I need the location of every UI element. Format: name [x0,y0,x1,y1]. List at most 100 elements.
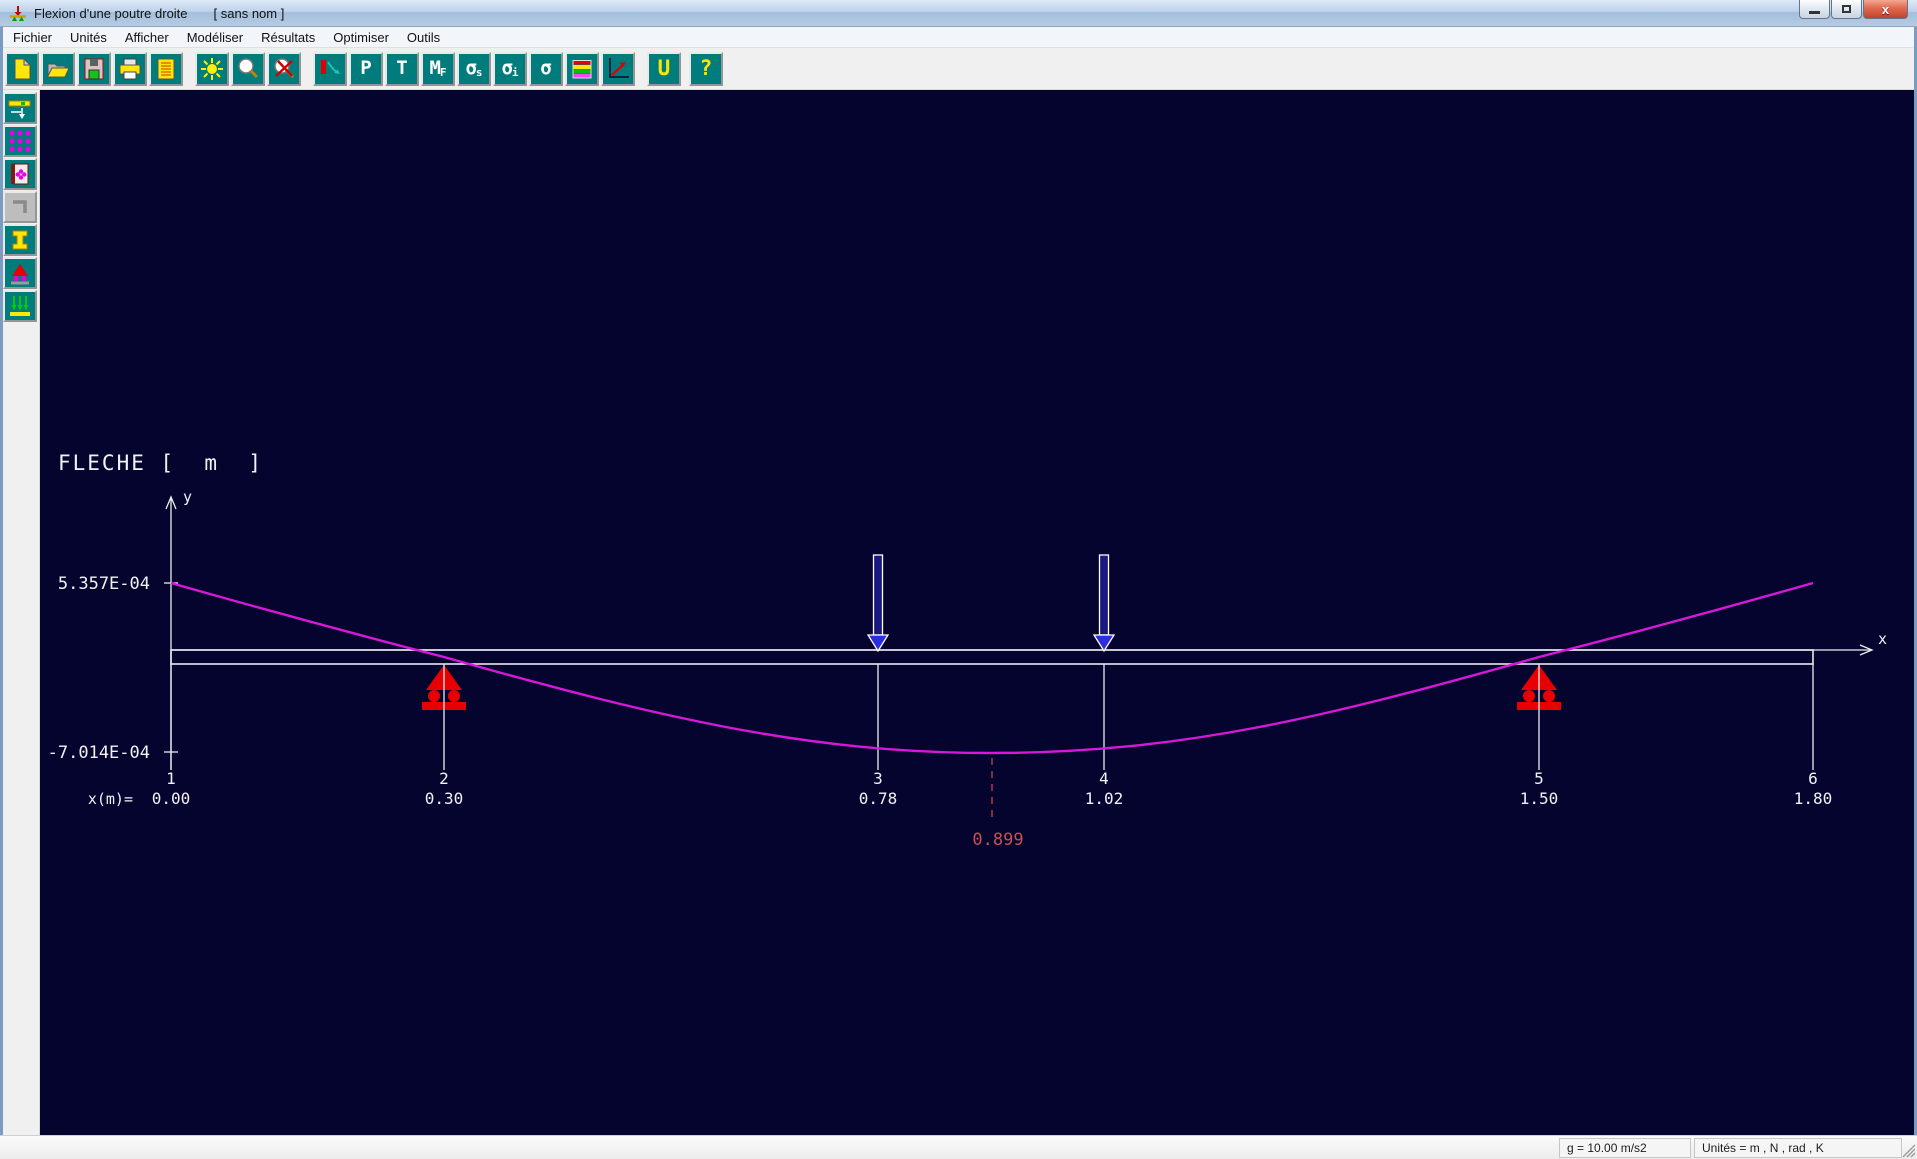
stress-map-button[interactable] [565,51,599,86]
curve-plot-button[interactable] [601,51,635,86]
sun-flash-icon [201,57,223,80]
open-file-button[interactable] [41,51,75,86]
question-glyph: ? [699,56,713,80]
zoom-button[interactable] [231,51,265,86]
deflection-curve [170,581,1814,755]
window-controls: x [1798,0,1908,19]
node-x-value: 1.50 [1520,789,1559,808]
beam-outline [170,649,1814,665]
window-title: Flexion d'une poutre droite [34,5,188,21]
close-icon: x [1881,1,1890,17]
y-lower-value: -7.014E-04 [48,743,150,763]
node-x-value: 0.78 [859,789,898,808]
m-sub-glyph: F [439,66,447,79]
toolbar-separator [303,52,313,86]
node-number: 5 [1534,769,1544,788]
loads-button[interactable] [3,290,37,322]
materials-library-button[interactable] [3,158,37,190]
zoom-off-button[interactable] [267,51,301,86]
load-arrow-node4 [1092,554,1116,653]
node-x-value: 1.02 [1085,789,1124,808]
redraw-button[interactable] [195,51,229,86]
menu-outils[interactable]: Outils [398,28,449,47]
deflection-plot: FLECHE [ m ] y 5.357E-04 -7.014E-04 x 0.… [48,451,1887,850]
magnifier-icon [238,57,259,78]
corner-section-icon [13,200,27,213]
magnifier-off-icon [274,57,295,78]
title-bar[interactable]: Flexion d'une poutre droite [ sans nom ]… [0,0,1917,27]
save-button[interactable] [77,51,111,86]
menu-afficher[interactable]: Afficher [116,28,178,47]
new-file-button[interactable] [5,51,39,86]
distributed-load-icon [10,296,30,316]
menu-resultats[interactable]: Résultats [252,28,324,47]
menu-modeliser[interactable]: Modéliser [178,28,252,47]
menu-bar: Fichier Unités Afficher Modéliser Résult… [0,27,1917,48]
bar-arrow-icon [321,59,340,74]
moment-mf-button[interactable]: MF [421,51,455,86]
node-number: 3 [873,769,883,788]
toolbar-separator [185,52,195,86]
load-arrow-node3 [866,554,890,653]
sigma-glyph: σ [540,57,552,79]
node-x-value: 0.30 [425,789,464,808]
app-beam-icon [10,5,26,21]
pinned-support-icon [11,264,29,285]
window-left-edge [0,27,3,1159]
listing-document-icon [157,58,175,79]
extremum-x-value: 0.899 [972,830,1023,850]
u-glyph: U [657,56,671,80]
menu-unites[interactable]: Unités [61,28,116,47]
y-axis-label: y [183,488,192,506]
axes-arrow-icon [609,57,629,78]
minimize-button[interactable] [1799,0,1830,19]
printer-icon [119,58,141,79]
plot-title: FLECHE [ m ] [58,451,263,475]
t-glyph: T [396,57,408,79]
node-number: 6 [1808,769,1818,788]
save-floppy-icon [84,58,104,79]
main-toolbar: P T MF σs σi σ U ? [0,48,1917,90]
effort-t-button[interactable]: T [385,51,419,86]
ibeam-icon [12,230,28,250]
resize-grip[interactable] [1902,1144,1916,1158]
sigma-i-sub-glyph: i [511,66,519,79]
restore-icon [1842,5,1851,13]
app-window: Flexion d'une poutre droite [ sans nom ]… [0,0,1917,1159]
ibeam-section-button[interactable] [3,224,37,256]
deformed-shape-button[interactable] [313,51,347,86]
mesh-nodes-button[interactable] [3,125,37,157]
new-file-icon [14,57,32,79]
p-glyph: P [360,57,372,79]
restore-button[interactable] [1831,0,1862,19]
supports-button[interactable] [3,257,37,289]
x-row-prefix: x(m)= [88,790,133,808]
document-name: [ sans nom ] [213,5,285,21]
print-button[interactable] [113,51,147,86]
help-button[interactable]: ? [689,51,723,86]
section-shape-button[interactable] [3,191,37,223]
beam-definition-button[interactable] [3,92,37,124]
beam-segments-icon [8,100,31,119]
sigma-sup-button[interactable]: σs [457,51,491,86]
menu-fichier[interactable]: Fichier [4,28,61,47]
toolbar-separator [637,52,647,86]
effort-p-button[interactable]: P [349,51,383,86]
close-button[interactable]: x [1863,0,1908,19]
status-bar: g = 10.00 m/s2 Unités = m , N , rad , K [0,1135,1917,1159]
gravity-status: g = 10.00 m/s2 [1559,1138,1691,1158]
minimize-icon [1809,10,1820,14]
drawing-canvas[interactable]: FLECHE [ m ] y 5.357E-04 -7.014E-04 x 0.… [40,90,1914,1135]
menu-optimiser[interactable]: Optimiser [324,28,398,47]
node-number: 2 [439,769,449,788]
y-upper-value: 5.357E-04 [58,574,150,594]
node-number: 4 [1099,769,1109,788]
sigma-inf-button[interactable]: σi [493,51,527,86]
units-status: Unités = m , N , rad , K [1694,1138,1902,1158]
units-button[interactable]: U [647,51,681,86]
sigma-button[interactable]: σ [529,51,563,86]
color-stripes-icon [572,59,592,78]
open-folder-icon [47,63,70,77]
listing-button[interactable] [149,51,183,86]
dot-grid-icon [9,130,31,152]
